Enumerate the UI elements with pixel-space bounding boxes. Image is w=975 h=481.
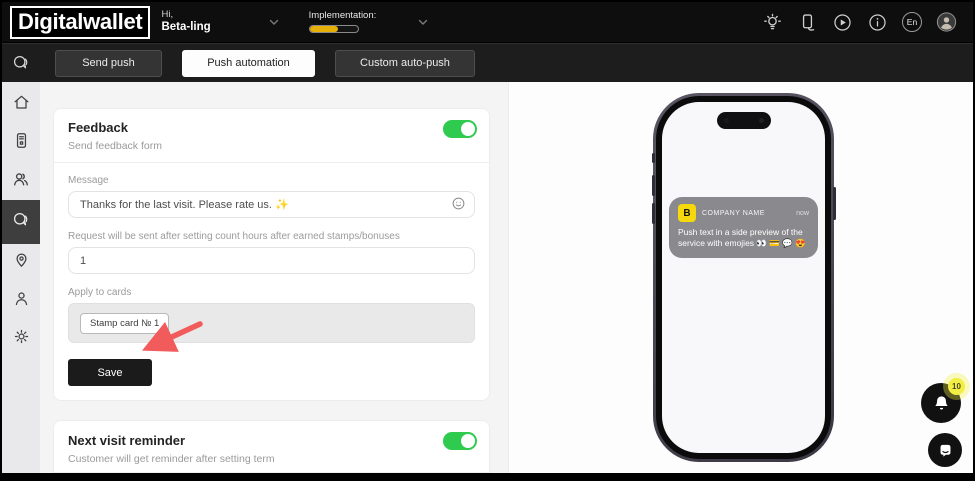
push-notification-preview[interactable]: B COMPANY NAME now Push text in a side p… — [669, 197, 818, 258]
greeting-name: Beta-ling — [161, 21, 210, 34]
company-name: COMPANY NAME — [702, 210, 765, 217]
message-label: Message — [68, 175, 475, 186]
push-section-chat-icon — [2, 53, 40, 73]
feedback-toggle[interactable] — [443, 120, 477, 138]
feedback-card-body: Message Request will be sent after setti… — [54, 163, 489, 400]
automation-settings-panel: Feedback Send feedback form Message — [40, 82, 508, 473]
reminder-card-header: Next visit reminder Customer will get re… — [54, 421, 489, 473]
feedback-subtitle: Send feedback form — [68, 140, 475, 152]
greeting-hi: Hi, — [161, 10, 210, 21]
implementation-progress-fill — [310, 26, 339, 32]
notifications-count-badge: 10 — [948, 378, 965, 395]
phone-frame: B COMPANY NAME now Push text in a side p… — [653, 93, 834, 462]
sidebar-item-staff[interactable] — [2, 282, 40, 320]
phone-mute-switch — [652, 153, 655, 163]
notification-header: B COMPANY NAME now — [678, 204, 809, 222]
camera-dot — [759, 118, 764, 123]
video-tutorial-play-icon[interactable] — [832, 12, 853, 33]
sidebar-nav — [2, 82, 40, 473]
support-chat-button[interactable] — [928, 433, 962, 467]
phone-bezel: B COMPANY NAME now Push text in a side p… — [656, 96, 831, 459]
implementation-progress — [309, 25, 359, 33]
implementation-chevron-down-icon[interactable] — [416, 15, 430, 29]
top-header: Digitalwallet Hi, Beta-ling Implementati… — [2, 2, 973, 42]
apply-to-cards-label: Apply to cards — [68, 287, 475, 298]
message-input[interactable] — [68, 191, 475, 218]
notification-time: now — [796, 210, 809, 217]
implementation-block: Implementation: — [309, 11, 377, 32]
company-app-icon: B — [678, 204, 696, 222]
card-chip[interactable]: Stamp card № 1 — [80, 313, 169, 334]
app-window: Digitalwallet Hi, Beta-ling Implementati… — [0, 0, 975, 481]
applied-cards-box[interactable]: Stamp card № 1 — [68, 303, 475, 343]
chat-bubbles-icon — [11, 210, 31, 235]
info-icon[interactable] — [867, 12, 888, 33]
gear-icon — [12, 327, 31, 351]
user-greeting: Hi, Beta-ling — [161, 10, 210, 34]
person-icon — [12, 289, 31, 313]
phone-screen: B COMPANY NAME now Push text in a side p… — [662, 102, 825, 453]
users-icon — [11, 169, 31, 194]
hours-label: Request will be sent after setting count… — [68, 231, 475, 242]
account-chevron-down-icon[interactable] — [267, 15, 281, 29]
push-preview-panel: B COMPANY NAME now Push text in a side p… — [508, 82, 973, 473]
sidebar-item-customers[interactable] — [2, 162, 40, 200]
camera-dot — [724, 118, 729, 123]
main-area: Feedback Send feedback form Message — [2, 82, 973, 473]
toggle-knob — [461, 122, 475, 136]
message-input-wrap — [68, 186, 475, 218]
sidebar-item-locations[interactable] — [2, 244, 40, 282]
app-logo[interactable]: Digitalwallet — [10, 6, 150, 39]
toggle-knob — [461, 434, 475, 448]
language-selector[interactable]: En — [902, 12, 922, 32]
phone-mockup: B COMPANY NAME now Push text in a side p… — [653, 93, 834, 462]
reminder-toggle[interactable] — [443, 432, 477, 450]
sidebar-item-home[interactable] — [2, 86, 40, 124]
tab-custom-auto-push[interactable]: Custom auto-push — [335, 50, 475, 77]
tab-send-push[interactable]: Send push — [55, 50, 162, 77]
sidebar-item-settings[interactable] — [2, 320, 40, 358]
notification-message: Push text in a side preview of the servi… — [678, 227, 809, 250]
location-pin-icon — [12, 251, 31, 275]
feedback-card-header: Feedback Send feedback form — [54, 109, 489, 163]
loyalty-card-icon — [12, 131, 31, 155]
phone-volume-down-button — [652, 203, 655, 224]
save-button[interactable]: Save — [68, 359, 152, 386]
sidebar-item-cards[interactable] — [2, 124, 40, 162]
emoji-picker-icon[interactable] — [451, 196, 466, 211]
feedback-title: Feedback — [68, 120, 475, 135]
home-icon — [12, 93, 31, 117]
sidebar-item-push-messages[interactable] — [2, 200, 40, 244]
feedback-card: Feedback Send feedback form Message — [53, 108, 490, 401]
tips-lightbulb-icon[interactable] — [762, 12, 783, 33]
phone-volume-up-button — [652, 175, 655, 196]
notifications-bell-button[interactable]: 10 — [921, 383, 961, 423]
account-avatar[interactable] — [936, 12, 957, 33]
device-demo-icon[interactable] — [797, 12, 818, 33]
tab-push-automation[interactable]: Push automation — [182, 50, 315, 77]
push-tabbar: Send push Push automation Custom auto-pu… — [2, 43, 973, 82]
reminder-subtitle: Customer will get reminder after setting… — [68, 453, 475, 465]
reminder-title: Next visit reminder — [68, 433, 475, 448]
dynamic-island — [717, 112, 771, 129]
implementation-label: Implementation: — [309, 11, 377, 21]
next-visit-reminder-card: Next visit reminder Customer will get re… — [53, 420, 490, 473]
phone-power-button — [833, 187, 836, 220]
hours-input[interactable] — [68, 247, 475, 274]
header-icon-row: En — [762, 12, 957, 33]
